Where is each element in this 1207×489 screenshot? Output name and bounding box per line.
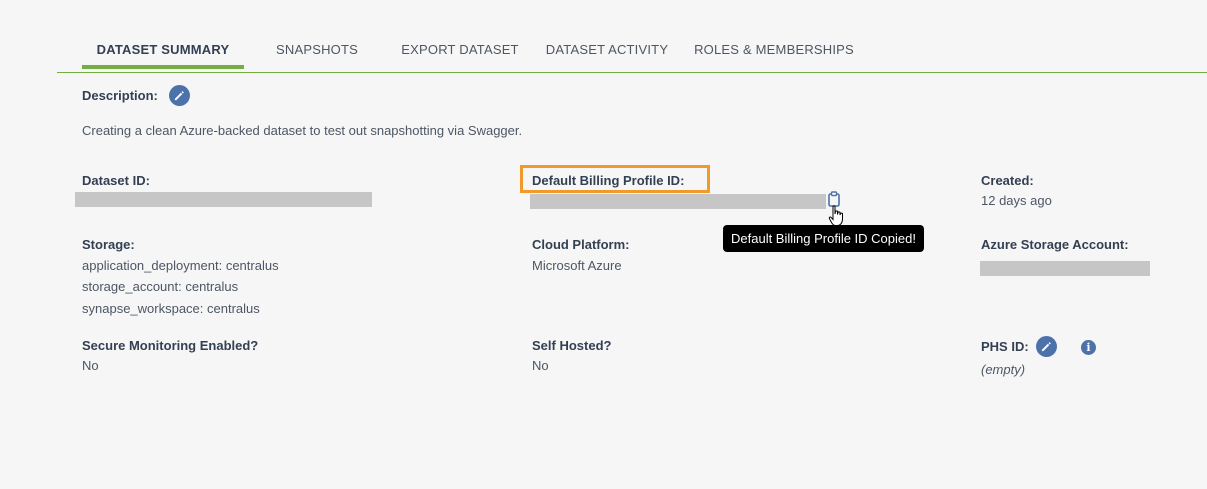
dataset-id-value-redacted [75, 192, 372, 207]
self-hosted-label: Self Hosted? [532, 338, 612, 353]
storage-item: synapse_workspace: centralus [82, 301, 260, 316]
storage-item: storage_account: centralus [82, 279, 239, 294]
self-hosted-value: No [532, 358, 549, 373]
description-label: Description: [82, 88, 158, 103]
secure-monitoring-value: No [82, 358, 99, 373]
phs-id-info-button[interactable]: i [1081, 340, 1096, 355]
description-text: Creating a clean Azure-backed dataset to… [82, 123, 523, 138]
copied-tooltip: Default Billing Profile ID Copied! [723, 225, 924, 252]
edit-phs-id-button[interactable] [1036, 336, 1057, 357]
cloud-platform-label: Cloud Platform: [532, 237, 630, 252]
cloud-platform-value: Microsoft Azure [532, 258, 622, 273]
edit-description-button[interactable] [169, 85, 190, 106]
tab-dataset-activity[interactable]: DATASET ACTIVITY [541, 36, 673, 69]
pencil-icon [174, 91, 184, 101]
billing-profile-id-value-redacted [530, 194, 826, 209]
dataset-id-label: Dataset ID: [82, 173, 150, 188]
tab-dataset-summary[interactable]: DATASET SUMMARY [82, 36, 244, 69]
phs-id-label: PHS ID: [981, 339, 1029, 354]
secure-monitoring-label: Secure Monitoring Enabled? [82, 338, 259, 353]
tab-roles-memberships[interactable]: ROLES & MEMBERSHIPS [691, 36, 857, 69]
phs-id-value: (empty) [981, 362, 1026, 377]
pencil-icon [1041, 342, 1051, 352]
azure-storage-account-label: Azure Storage Account: [981, 237, 1129, 252]
tab-bar: DATASET SUMMARY SNAPSHOTS EXPORT DATASET… [57, 36, 1207, 73]
tab-export-dataset[interactable]: EXPORT DATASET [397, 36, 523, 69]
storage-label: Storage: [82, 237, 135, 252]
created-value: 12 days ago [981, 193, 1052, 208]
created-label: Created: [981, 173, 1034, 188]
azure-storage-account-value-redacted [980, 261, 1150, 276]
info-icon: i [1086, 341, 1091, 354]
tab-snapshots[interactable]: SNAPSHOTS [259, 36, 375, 69]
storage-item: application_deployment: centralus [82, 258, 279, 273]
billing-profile-id-label: Default Billing Profile ID: [532, 173, 685, 188]
